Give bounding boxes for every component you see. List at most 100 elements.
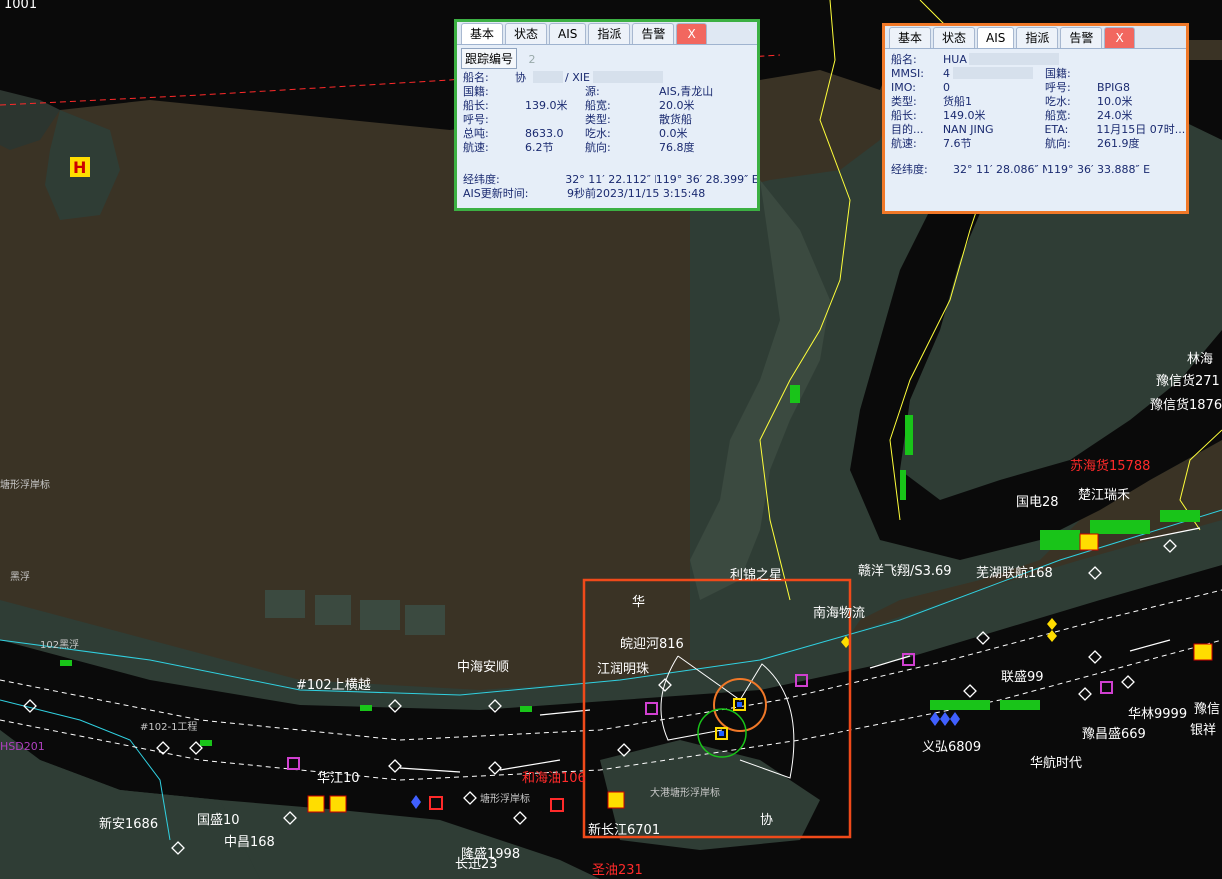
type-label: 类型: (585, 113, 611, 126)
redacted (593, 71, 663, 83)
speed-value: 7.6节 (943, 137, 972, 150)
ais-update-value: 9秒前2023/11/15 3:15:48 (567, 187, 706, 200)
draft-value: 0.0米 (659, 127, 688, 140)
close-button[interactable]: X (1104, 27, 1135, 48)
course-label: 航向: (1045, 137, 1071, 150)
track-number-value: 2 (528, 53, 536, 66)
label-hsd: HSD201 (0, 740, 45, 753)
label-shengyou: 圣油231 (592, 863, 643, 878)
type-label: 类型: (891, 95, 917, 108)
course-value: 261.9度 (1097, 137, 1140, 150)
type-value: 散货船 (659, 113, 692, 126)
label-lijin: 利锦之星 (730, 568, 782, 583)
tonnage-label: 总吨: (463, 127, 489, 140)
draft-label: 吃水: (1045, 95, 1071, 108)
ship-info-panel-left[interactable]: 基本 状态 AIS 指派 告警 X 跟踪编号 2 船名: 协 / XIE 国籍: 源:… (454, 19, 760, 211)
tab-basic[interactable]: 基本 (889, 27, 932, 48)
label-yuxinhuo271: 豫信货271 (1156, 373, 1220, 389)
imo-label: IMO: (891, 81, 916, 94)
panel-right-tabs: 基本 状态 AIS 指派 告警 X (885, 26, 1186, 49)
speed-label: 航速: (463, 141, 489, 154)
width-value: 20.0米 (659, 99, 695, 112)
redacted (953, 67, 1033, 79)
nation-label: 国籍: (463, 85, 489, 98)
label-huahang: 华航时代 (1030, 755, 1082, 771)
label-guosheng: 国盛10 (197, 813, 240, 828)
label-xinan: 新安1686 (99, 816, 158, 832)
dest-label: 目的... (891, 123, 924, 136)
callsign-label: 呼号: (463, 113, 489, 126)
mmsi-value: 4 (943, 67, 950, 80)
width-value: 24.0米 (1097, 109, 1133, 122)
speed-label: 航速: (891, 137, 917, 150)
label-102: #102上横越 (296, 678, 371, 693)
label-chujiang: 楚江瑞禾 (1078, 488, 1130, 503)
label-yihong: 义弘6809 (922, 740, 981, 755)
width-label: 船宽: (585, 99, 611, 112)
label-lianshen: 联盛99 (1001, 670, 1044, 685)
callsign-value: BPIG8 (1097, 81, 1130, 94)
length-value: 149.0米 (943, 109, 986, 122)
close-button[interactable]: X (676, 23, 707, 44)
draft-label: 吃水: (585, 127, 611, 140)
nation-label: 国籍: (1045, 67, 1071, 80)
label-ganyang: 赣洋飞翔/S3.69 (858, 564, 952, 579)
course-label: 航向: (585, 141, 611, 154)
label-yinxiang: 银祥 (1190, 723, 1216, 738)
width-label: 船宽: (1045, 109, 1071, 122)
ship-name-label: 船名: (891, 53, 917, 66)
length-label: 船长: (463, 99, 489, 112)
dest-value: NAN JING (942, 123, 994, 136)
label-zhongchang: 中昌168 (224, 835, 275, 850)
tab-ais[interactable]: AIS (549, 23, 587, 44)
tab-basic[interactable]: 基本 (461, 23, 504, 44)
label-suhaihuo: 苏海货15788 (1070, 458, 1150, 474)
type-value: 货船1 (943, 95, 972, 108)
label-wanying: 皖迎河816 (620, 637, 684, 652)
length-label: 船长: (891, 109, 917, 122)
label-taxing: 塘形浮岸标 (0, 478, 50, 491)
ship-name-en: / XIE (565, 71, 590, 84)
source-value: AIS,青龙山 (659, 85, 714, 98)
ship-name-value: HUA (943, 53, 967, 66)
callsign-label: 呼号: (1045, 81, 1071, 94)
label-buoy-102: 102黑浮 (40, 639, 79, 651)
eta-value: 11月15日 07时... (1096, 123, 1186, 136)
tab-alarm[interactable]: 告警 (632, 23, 675, 44)
tab-alarm[interactable]: 告警 (1060, 27, 1103, 48)
lon-value: 119° 36′ 28.399″ E (655, 173, 757, 186)
label-taxing2: 塘形浮岸标 (480, 792, 530, 805)
label-102b: #102-1工程 (140, 721, 197, 733)
course-value: 76.8度 (659, 141, 695, 154)
h-marker-letter: H (73, 158, 86, 177)
latlon-label: 经纬度: (463, 173, 500, 186)
ais-update-label: AIS更新时间: (463, 187, 529, 200)
lon-value: 119° 36′ 33.888″ E (1047, 163, 1151, 176)
label-guodian: 国电28 (1016, 495, 1059, 510)
label-yichang: 豫昌盛669 (1082, 727, 1146, 742)
label-hehaiyou: 和海油106 (522, 771, 586, 786)
tab-assign[interactable]: 指派 (1016, 27, 1059, 48)
tab-status[interactable]: 状态 (933, 27, 976, 48)
tab-assign[interactable]: 指派 (588, 23, 631, 44)
label-hua-top: 华 (632, 595, 645, 610)
label-changxun: 长迅23 (455, 857, 498, 872)
imo-value: 0 (943, 81, 950, 94)
label-xie: 协 (760, 813, 773, 828)
ship-info-panel-right[interactable]: 基本 状态 AIS 指派 告警 X 船名: HUA MMSI: 4 国籍: IMO: 0… (882, 23, 1189, 214)
lat-value: 32° 11′ 28.086″ N (953, 163, 1047, 176)
label-yuxinhuo1876: 豫信货1876 (1150, 397, 1222, 413)
speed-value: 6.2节 (525, 141, 554, 154)
top-left-number: 1001 (4, 0, 37, 12)
lat-value: 32° 11′ 22.112″ N (565, 173, 656, 186)
length-value: 139.0米 (525, 99, 568, 112)
ship-name-label: 船名: (463, 71, 489, 84)
label-nanhai: 南海物流 (813, 605, 865, 621)
track-number-button[interactable]: 跟踪编号 (461, 48, 518, 69)
tab-ais[interactable]: AIS (977, 27, 1015, 48)
label-hualin: 华林9999 (1128, 707, 1187, 722)
source-label: 源: (585, 85, 600, 98)
tab-status[interactable]: 状态 (505, 23, 548, 44)
redacted (969, 53, 1059, 65)
label-yuxin: 豫信 (1194, 702, 1220, 717)
